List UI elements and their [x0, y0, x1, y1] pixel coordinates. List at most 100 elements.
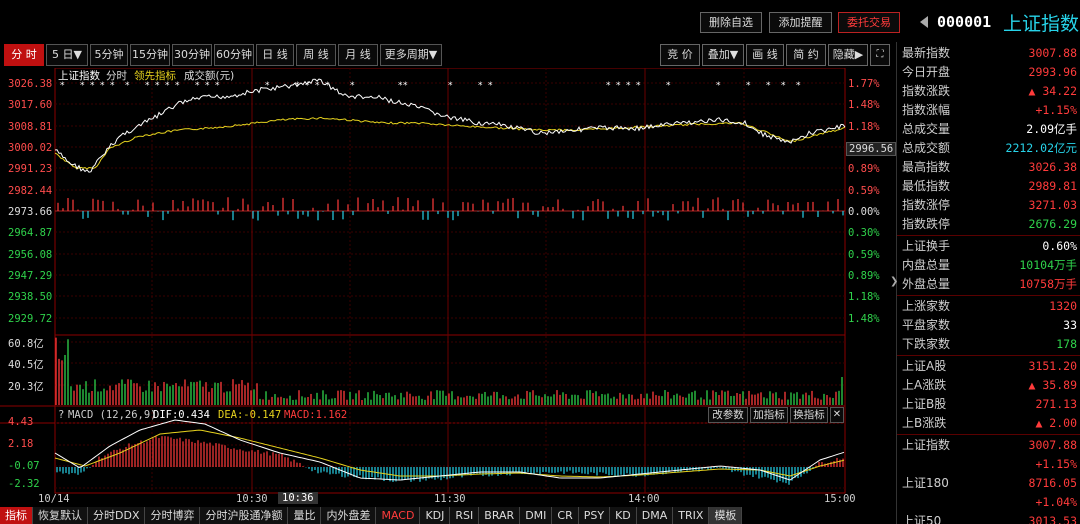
change-param-button[interactable]: 改参数	[708, 407, 748, 423]
cursor-time-label: 10:36	[278, 492, 318, 504]
fullscreen-icon[interactable]: ⛶	[870, 44, 890, 66]
tab-intraday[interactable]: 分 时	[4, 44, 44, 66]
add-indicator-button[interactable]: 加指标	[750, 407, 788, 423]
draw-line-button[interactable]: 画 线	[746, 44, 784, 66]
delete-watchlist-button[interactable]: 删除自选	[700, 12, 762, 33]
panel-separator	[897, 434, 1080, 435]
quote-label: 上证换手	[902, 239, 951, 253]
collapse-panel-icon[interactable]: ❯	[890, 276, 898, 287]
time-label: 14:00	[628, 493, 660, 505]
tab-30min[interactable]: 30分钟	[172, 44, 212, 66]
leading-indicator-label: 领先指标	[134, 70, 176, 82]
tab-cr[interactable]: CR	[552, 507, 579, 524]
quote-label: 上证A股	[902, 359, 947, 373]
chart-mode: 分时	[106, 70, 127, 82]
tab-trix[interactable]: TRIX	[673, 507, 710, 524]
tab-macd[interactable]: MACD	[376, 507, 421, 524]
quote-value: ▲ 34.22	[1028, 84, 1077, 98]
tab-dma[interactable]: DMA	[636, 507, 674, 524]
tab-indicator[interactable]: 指标	[0, 507, 33, 524]
quote-row: 内盘总量 10104万手	[897, 256, 1080, 275]
tab-dmi[interactable]: DMI	[520, 507, 553, 524]
tab-game[interactable]: 分时博弈	[145, 507, 201, 524]
add-alert-button[interactable]: 添加提醒	[769, 12, 832, 33]
quote-row: 外盘总量 10758万手	[897, 275, 1080, 294]
time-label: 15:00	[824, 493, 856, 505]
tab-brar[interactable]: BRAR	[479, 507, 521, 524]
quote-label: 今日开盘	[902, 65, 951, 79]
chart-title: 上证指数	[58, 70, 100, 82]
quote-label: 内盘总量	[902, 258, 951, 272]
trade-button[interactable]: 委托交易	[838, 12, 900, 33]
event-marker: *	[766, 81, 771, 91]
tab-daily[interactable]: 日 线	[256, 44, 294, 66]
quote-row: 总成交额 2212.02亿元	[897, 139, 1080, 158]
tab-kdj[interactable]: KDJ	[420, 507, 451, 524]
tab-5min[interactable]: 5分钟	[90, 44, 128, 66]
quote-row: 上涨家数 1320	[897, 297, 1080, 316]
quote-row: 上证换手 0.60%	[897, 237, 1080, 256]
panel-separator	[897, 355, 1080, 356]
pct-axis-label: 1.18%	[848, 121, 880, 133]
quote-row: 总成交量 2.09亿手	[897, 120, 1080, 139]
pct-axis-label: 0.59%	[848, 249, 880, 261]
quote-row: 上证180 8716.05	[897, 474, 1080, 493]
tab-rsi[interactable]: RSI	[450, 507, 480, 524]
auction-button[interactable]: 竞 价	[660, 44, 700, 66]
price-axis-label: 2982.44	[8, 185, 53, 197]
event-marker: *	[716, 81, 721, 91]
quote-value: 2676.29	[1028, 217, 1077, 231]
quote-label: 平盘家数	[902, 318, 951, 332]
quote-row: 指数涨跌 ▲ 34.22	[897, 82, 1080, 101]
tab-weekly[interactable]: 周 线	[296, 44, 336, 66]
security-code: 000001	[937, 13, 992, 31]
macd-axis-label: 2.18	[8, 438, 34, 450]
tab-restore-default[interactable]: 恢复默认	[33, 507, 88, 524]
event-marker: *	[325, 81, 330, 91]
chart-canvas[interactable]: * * * * * * * * * * * * * * * * * * * * * * * * * * * * * * * * * *	[0, 68, 892, 508]
hide-button[interactable]: 隐藏▶	[828, 44, 868, 66]
pct-axis-label: 0.30%	[848, 227, 880, 239]
quote-row: 上证50 3013.53	[897, 512, 1080, 524]
tab-15min[interactable]: 15分钟	[130, 44, 170, 66]
quote-label: 上A涨跌	[902, 378, 947, 392]
time-label: 10:30	[236, 493, 268, 505]
overlay-dropdown[interactable]: 叠加▼	[702, 44, 744, 66]
quote-row: 指数跌停 2676.29	[897, 215, 1080, 234]
back-arrow-icon[interactable]	[920, 16, 928, 28]
pct-axis-label: 0.59%	[848, 185, 880, 197]
event-marker: *	[616, 81, 621, 91]
tab-northbound[interactable]: 分时沪股通净额	[200, 507, 289, 524]
macd-help-icon[interactable]: ?	[58, 409, 64, 421]
tab-volume-ratio[interactable]: 量比	[288, 507, 322, 524]
quote-value: 3271.03	[1028, 198, 1077, 212]
simple-button[interactable]: 简 约	[786, 44, 826, 66]
tab-template[interactable]: 模板	[709, 507, 743, 524]
tab-inout-diff[interactable]: 内外盘差	[321, 507, 377, 524]
quote-label: 总成交量	[902, 122, 951, 136]
macd-axis-label: 4.43	[8, 416, 34, 428]
quote-value: 33	[1063, 318, 1077, 332]
tab-kd[interactable]: KD	[610, 507, 637, 524]
event-marker: *	[403, 81, 408, 91]
quote-value: ▲ 2.00	[1035, 416, 1077, 430]
macd-axis-label: -0.07	[8, 460, 40, 472]
quote-value: +1.04%	[1035, 495, 1077, 509]
close-icon[interactable]: ✕	[830, 407, 844, 423]
tab-60min[interactable]: 60分钟	[214, 44, 254, 66]
price-axis-label: 2991.23	[8, 163, 53, 175]
switch-indicator-button[interactable]: 换指标	[790, 407, 828, 423]
quote-label: 最低指数	[902, 179, 951, 193]
quote-label: 上证50	[902, 514, 942, 524]
tab-5day[interactable]: 5 日▼	[46, 44, 88, 66]
more-periods-dropdown[interactable]: 更多周期▼	[380, 44, 442, 66]
tab-ddx[interactable]: 分时DDX	[88, 507, 146, 524]
panel-separator	[897, 295, 1080, 296]
tab-monthly[interactable]: 月 线	[338, 44, 378, 66]
quote-value: 3013.53	[1028, 514, 1077, 524]
pct-axis-label: 1.48%	[848, 313, 880, 325]
quote-label: 下跌家数	[902, 337, 951, 351]
tab-psy[interactable]: PSY	[578, 507, 611, 524]
macd-value: MACD:1.162	[284, 409, 348, 421]
quote-panel: 最新指数 3007.88 今日开盘 2993.96 指数涨跌 ▲ 34.22 指数涨幅 +1.…	[896, 42, 1080, 524]
